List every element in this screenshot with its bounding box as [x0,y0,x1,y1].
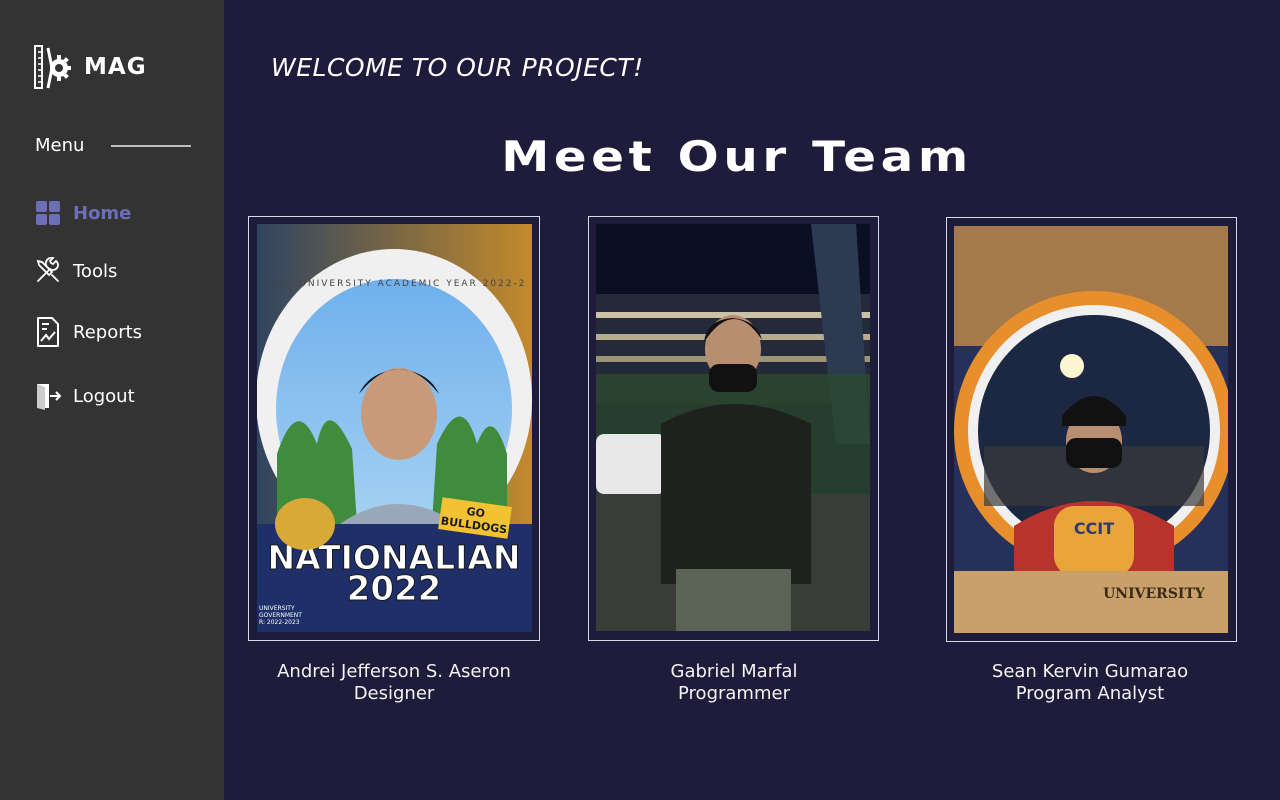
member-role: Program Analyst [1015,683,1165,704]
svg-text:2022: 2022 [347,569,442,609]
sidebar-item-logout[interactable]: Logout [34,382,135,410]
sidebar-item-reports[interactable]: Reports [34,317,143,347]
sidebar-item-label: Reports [73,321,143,343]
grid-icon [34,199,62,227]
report-icon [34,317,62,347]
ruler-gear-logo-icon [34,45,71,89]
svg-text:UNIVERSITY: UNIVERSITY [1103,586,1206,602]
page-title: Meet Our Team [501,132,973,181]
member-name: Sean Kervin Gumarao [991,661,1189,682]
sidebar-item-tools[interactable]: Tools [34,257,117,285]
sidebar-item-label: Home [73,202,132,224]
svg-text:CCIT: CCIT [1074,519,1114,538]
sidebar-item-home[interactable]: Home [34,199,131,227]
sidebar-item-label: Tools [73,260,118,282]
welcome-heading: WELCOME TO OUR PROJECT! [271,53,644,82]
svg-text:UNIVERSITY: UNIVERSITY [259,605,295,612]
logo-text: MAG [84,54,147,80]
menu-heading: Menu [35,135,85,156]
member-name: Andrei Jefferson S. Aseron [277,661,511,682]
svg-text:GOVERNMENT: GOVERNMENT [259,612,302,619]
member-role: Designer [353,683,435,704]
svg-text:R: 2022-2023: R: 2022-2023 [259,619,300,626]
member-photo: NATIONALIAN 2022 GO BULLDOGS UNIVERSITY … [257,224,532,632]
sidebar-item-label: Logout [73,385,135,407]
tools-icon [34,257,62,285]
member-photo: CCIT UNIVERSITY [954,226,1228,633]
logout-icon [34,382,62,410]
member-name: Gabriel Marfal [670,661,798,682]
logo[interactable]: MAG [34,44,147,90]
sidebar: MAG Menu Home Tools Reports Logout [0,0,224,800]
svg-text:ONAL UNIVERSITY ACADEMIC YEAR: ONAL UNIVERSITY ACADEMIC YEAR 2022-2 [261,279,526,289]
member-role: Programmer [678,683,790,704]
member-photo [596,224,870,631]
